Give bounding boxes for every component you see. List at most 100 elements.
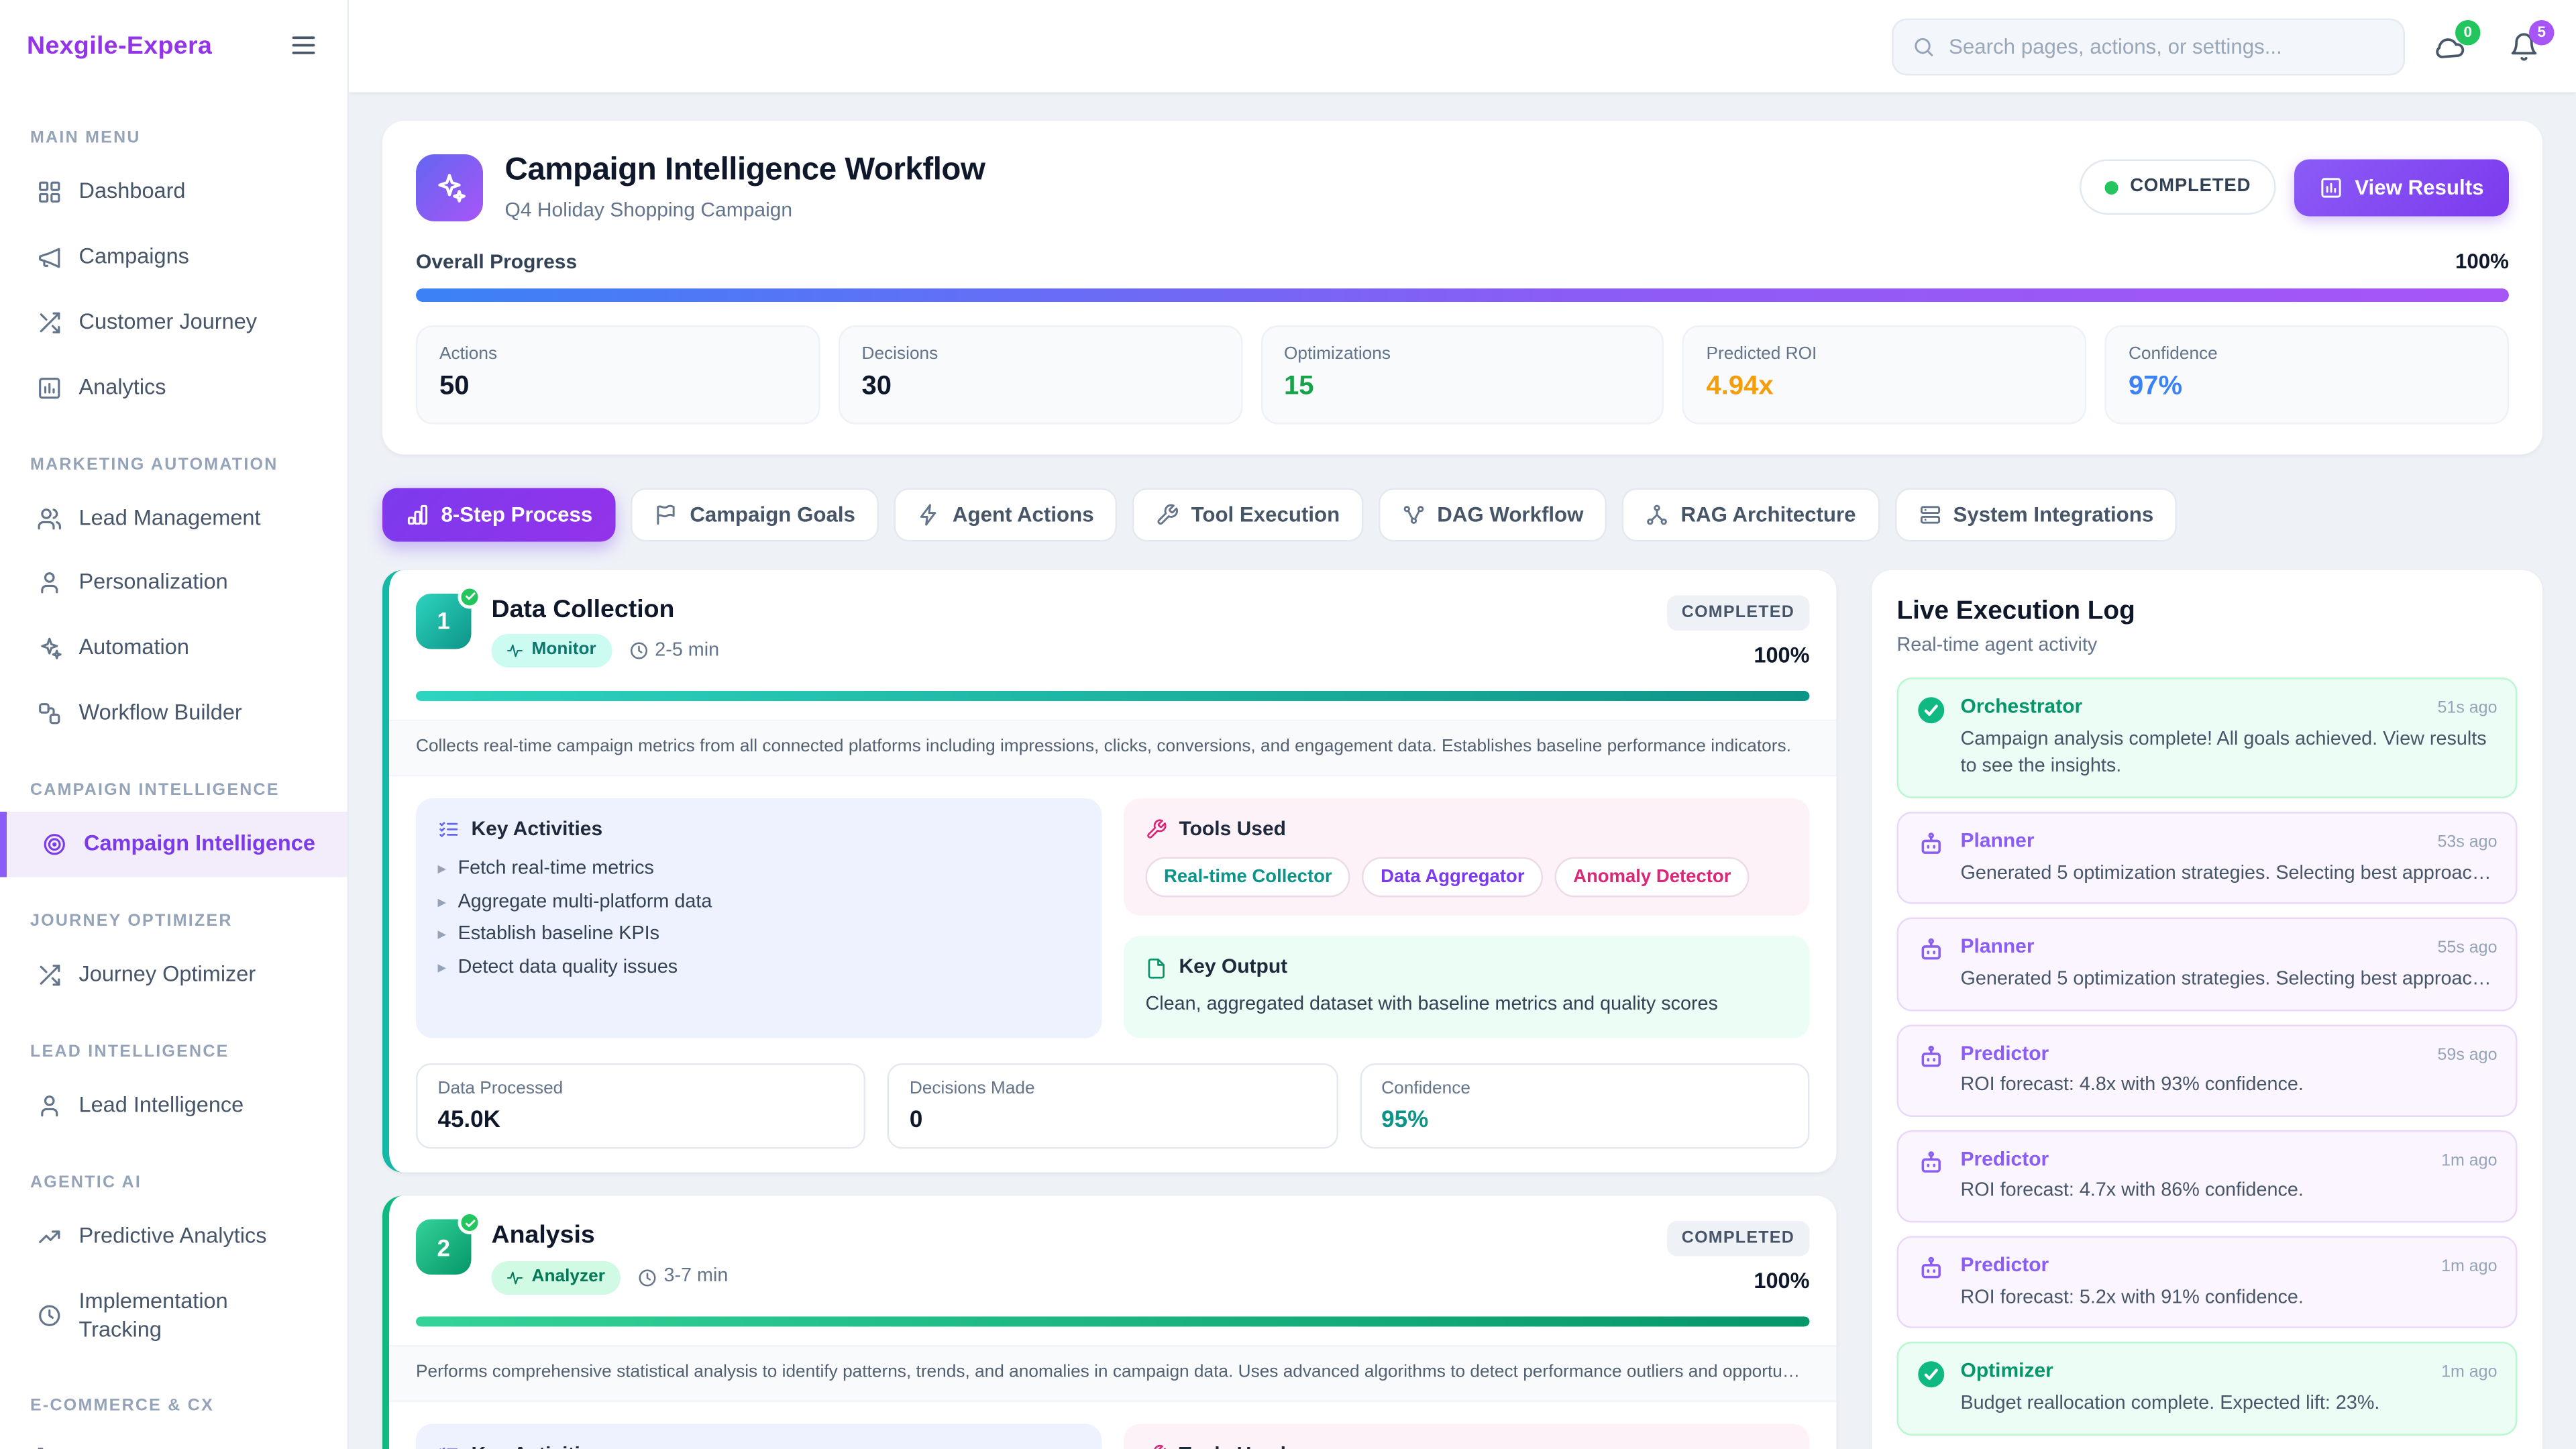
sidebar-section: MARKETING AUTOMATION Lead Management Per…	[20, 453, 327, 746]
notifications-button[interactable]: 5	[2496, 17, 2553, 74]
bot-icon	[1917, 936, 1946, 965]
step-complete-check-icon	[458, 585, 482, 608]
sidebar-item-analytics[interactable]: Analytics	[20, 355, 327, 420]
log-entry: Planner 53s ago Generated 5 optimization…	[1897, 812, 2518, 904]
pulse-icon	[506, 1269, 523, 1286]
stat-value: 4.94x	[1706, 371, 2063, 406]
sidebar-item-icon	[37, 963, 62, 988]
sidebar-section-label: MAIN MENU	[30, 127, 317, 150]
stat-card-decisions: Decisions 30	[838, 325, 1242, 425]
sidebar-item-customer-journey[interactable]: Customer Journey	[20, 290, 327, 355]
sidebar-item-predictive-analytics[interactable]: Predictive Analytics	[20, 1203, 327, 1269]
step-progress-value: 100%	[1666, 642, 1809, 670]
tools-used-box: Tools Used Real-time Collector Data Aggr…	[1124, 798, 1810, 916]
log-agent-name: Predictor	[1961, 1146, 2049, 1173]
tab-system-integrations[interactable]: System Integrations	[1894, 488, 2177, 541]
tab-campaign-goals[interactable]: Campaign Goals	[631, 488, 879, 541]
sidebar-item-icon	[37, 636, 62, 661]
search-input[interactable]	[1949, 34, 2385, 58]
sidebar-section-items: Dashboard Campaigns Customer Journey Ana…	[20, 160, 327, 421]
tab-icon	[1156, 503, 1179, 527]
tab-label: RAG Architecture	[1680, 503, 1856, 527]
sidebar-item-label: Journey Optimizer	[79, 961, 256, 989]
sidebar-item-personalization[interactable]: Personalization	[20, 551, 327, 616]
log-agent-name: Planner	[1961, 934, 2035, 961]
step-title: Data Collection	[492, 594, 720, 627]
log-timestamp: 1m ago	[2441, 1256, 2497, 1279]
sidebar-item-implementation-tracking[interactable]: Implementation Tracking	[20, 1269, 327, 1362]
sidebar-item-label: Lead Intelligence	[79, 1091, 244, 1120]
tab-agent-actions[interactable]: Agent Actions	[894, 488, 1117, 541]
view-results-label: View Results	[2355, 176, 2483, 199]
sidebar-item-item[interactable]	[20, 1428, 327, 1449]
sidebar-item-lead-intelligence[interactable]: Lead Intelligence	[20, 1073, 327, 1138]
tab-label: Agent Actions	[953, 503, 1094, 527]
step-number: 1	[437, 606, 449, 636]
sidebar-item-icon	[37, 179, 62, 205]
step-progress-value: 100%	[1666, 1269, 1809, 1297]
tools-list: Real-time Collector Data Aggregator Anom…	[1146, 857, 1788, 898]
sidebar-item-label: Personalization	[79, 570, 228, 598]
view-results-button[interactable]: View Results	[2294, 159, 2509, 216]
page-title: Campaign Intelligence Workflow	[505, 151, 2058, 193]
sidebar-section-label: CAMPAIGN INTELLIGENCE	[30, 780, 317, 802]
tools-used-title: Tools Used	[1179, 816, 1286, 842]
tools-used-box: Tools Used Statistical Engine Pattern Re…	[1124, 1424, 1810, 1449]
step-duration-label: 3-7 min	[663, 1265, 728, 1290]
tab-dag-workflow[interactable]: DAG Workflow	[1379, 488, 1607, 541]
overall-progress-bar	[416, 288, 2509, 301]
sidebar-section: MAIN MENU Dashboard Campaigns Customer J…	[20, 127, 327, 420]
tool-chip-anomaly-detector: Anomaly Detector	[1555, 857, 1750, 898]
chevron-bullet-icon	[438, 923, 447, 948]
check-circle-icon	[1917, 696, 1946, 725]
sidebar-item-lead-management[interactable]: Lead Management	[20, 486, 327, 551]
log-entry: Predictor 1m ago ROI forecast: 5.2x with…	[1897, 1236, 2518, 1329]
workflow-header-card: Campaign Intelligence Workflow Q4 Holida…	[382, 121, 2542, 454]
cloud-sync-button[interactable]: 0	[2422, 17, 2479, 74]
sidebar-toggle-button[interactable]	[287, 30, 321, 64]
tab-tool-execution[interactable]: Tool Execution	[1132, 488, 1363, 541]
sidebar-item-dashboard[interactable]: Dashboard	[20, 160, 327, 225]
metric-value: 0	[910, 1104, 1316, 1134]
sidebar-section: LEAD INTELLIGENCE Lead Intelligence	[20, 1041, 327, 1138]
sidebar-item-label: Predictive Analytics	[79, 1222, 267, 1250]
step-card-data-collection: 1 Data Collection Monitor 2-5 min	[382, 570, 1837, 1173]
check-circle-icon	[1917, 1360, 1946, 1389]
sidebar-item-workflow-builder[interactable]: Workflow Builder	[20, 682, 327, 747]
sidebar-item-label: Workflow Builder	[79, 700, 242, 728]
step-role-badge: Analyzer	[492, 1261, 621, 1294]
menu-icon	[288, 30, 319, 60]
sidebar-item-campaign-intelligence[interactable]: Campaign Intelligence	[0, 812, 347, 877]
log-entry: Predictor 1m ago ROI forecast: 4.7x with…	[1897, 1130, 2518, 1222]
app: Nexgile-Expera MAIN MENU Dashboard Campa…	[0, 0, 2576, 1449]
tool-chip-real-time-collector: Real-time Collector	[1146, 857, 1351, 898]
key-activities-box: Key Activities Run statistical models Id…	[416, 1424, 1102, 1449]
sparkles-icon	[433, 170, 466, 204]
sidebar: Nexgile-Expera MAIN MENU Dashboard Campa…	[0, 0, 349, 1449]
file-output-icon	[1146, 957, 1168, 979]
tab-label: Campaign Goals	[690, 503, 855, 527]
tab-rag-architecture[interactable]: RAG Architecture	[1622, 488, 1880, 541]
step-number-badge: 2	[416, 1220, 472, 1276]
sidebar-section: JOURNEY OPTIMIZER Journey Optimizer	[20, 911, 327, 1008]
topbar: 0 5	[349, 0, 2576, 93]
key-output-title: Key Output	[1179, 955, 1288, 981]
log-list: Orchestrator 51s ago Campaign analysis c…	[1897, 678, 2518, 1449]
log-agent-name: Optimizer	[1961, 1359, 2053, 1385]
sidebar-item-label: Customer Journey	[79, 308, 258, 336]
log-timestamp: 59s ago	[2438, 1044, 2498, 1066]
metric-value: 45.0K	[438, 1104, 845, 1134]
sidebar-item-campaigns[interactable]: Campaigns	[20, 225, 327, 290]
tab-icon	[1646, 503, 1669, 527]
sidebar-item-automation[interactable]: Automation	[20, 616, 327, 681]
sidebar-item-journey-optimizer[interactable]: Journey Optimizer	[20, 943, 327, 1008]
tab-8-step-process[interactable]: 8-Step Process	[382, 488, 616, 541]
metric-value: 95%	[1381, 1104, 1788, 1134]
tab-icon	[917, 503, 941, 527]
search-box[interactable]	[1892, 17, 2405, 74]
stat-card-optimizations: Optimizations 15	[1260, 325, 1664, 425]
overall-progress-fill	[416, 288, 2509, 301]
sidebar-section-items: Lead Intelligence	[20, 1073, 327, 1138]
key-activity-item: Aggregate multi-platform data	[438, 885, 1081, 919]
key-output-box: Key Output Clean, aggregated dataset wit…	[1124, 936, 1810, 1038]
